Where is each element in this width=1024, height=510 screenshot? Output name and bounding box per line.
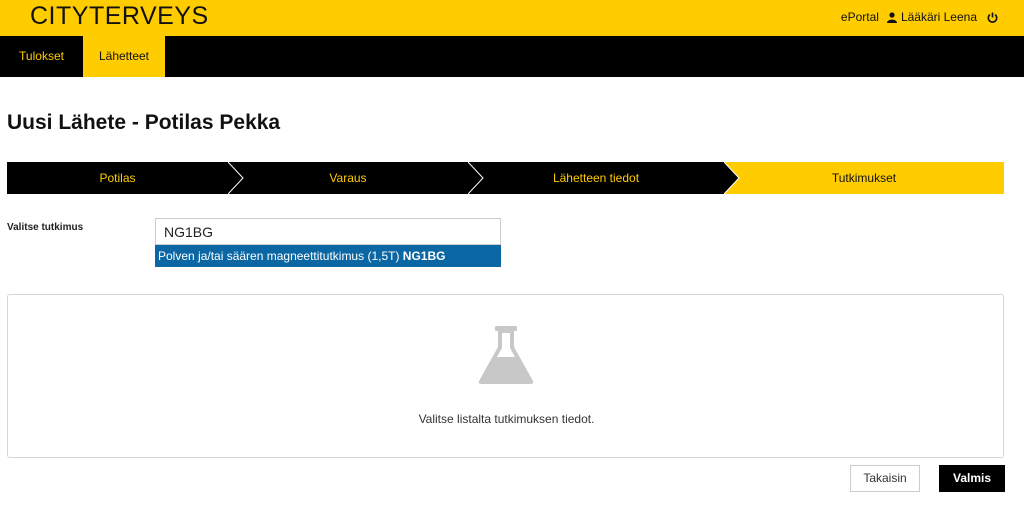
step-lahetteen-tiedot[interactable]: Lähetteen tiedot [468, 162, 724, 194]
step-separator-icon [724, 162, 740, 194]
step-varaus[interactable]: Varaus [228, 162, 468, 194]
main-nav: Tulokset Lähetteet [0, 36, 1024, 77]
step-separator-icon [468, 162, 484, 194]
back-button[interactable]: Takaisin [850, 465, 920, 492]
suggestion-item[interactable]: Polven ja/tai säären magneettitutkimus (… [155, 245, 501, 267]
done-button[interactable]: Valmis [939, 465, 1005, 492]
step-potilas[interactable]: Potilas [7, 162, 228, 194]
nav-tab-tulokset[interactable]: Tulokset [0, 36, 83, 77]
suggestion-text: Polven ja/tai säären magneettitutkimus (… [158, 249, 403, 263]
tutkimus-search-input[interactable] [155, 218, 501, 245]
empty-state-message: Valitse listalta tutkimuksen tiedot. [418, 412, 595, 426]
flask-icon [478, 326, 534, 384]
nav-tab-lahetteet[interactable]: Lähetteet [83, 36, 165, 77]
brand-logo[interactable]: CITYTERVEYS [30, 2, 209, 31]
suggestion-code: NG1BG [402, 249, 446, 263]
field-label-valitse-tutkimus: Valitse tutkimus [7, 222, 84, 233]
tutkimus-details-panel: Valitse listalta tutkimuksen tiedot. [7, 294, 1004, 458]
top-header: CITYTERVEYS ePortal Lääkäri Leena [0, 0, 1024, 36]
step-separator-icon [228, 162, 244, 194]
step-tutkimukset[interactable]: Tutkimukset [724, 162, 1004, 194]
user-name[interactable]: Lääkäri Leena [901, 10, 977, 24]
logout-icon[interactable] [987, 12, 998, 23]
eportal-link[interactable]: ePortal [841, 10, 879, 24]
user-icon [886, 11, 897, 23]
progress-stepper: Potilas Varaus Lähetteen tiedot Tutkimuk… [7, 162, 1004, 194]
header-user-area: ePortal Lääkäri Leena [841, 10, 998, 24]
page-title: Uusi Lähete - Potilas Pekka [7, 111, 281, 134]
